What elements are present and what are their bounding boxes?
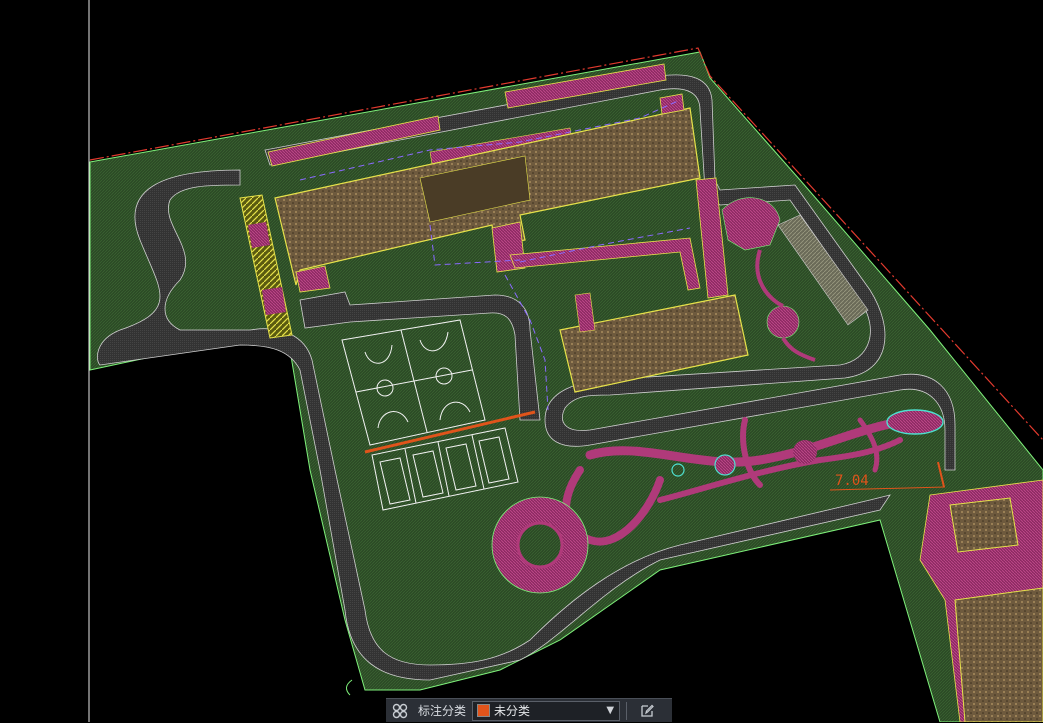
cad-drawing-canvas[interactable]: 7.04 xyxy=(0,0,1043,722)
category-selected-value: 未分类 xyxy=(494,704,531,718)
garden-node-1 xyxy=(793,440,817,464)
building-southeast-2 xyxy=(954,587,1043,722)
annotation-category-label: 标注分类 xyxy=(418,704,467,718)
annotation-toolbar: 标注分类 未分类 ▼ xyxy=(386,698,672,722)
circular-plaza-center xyxy=(516,521,564,569)
edit-icon[interactable] xyxy=(633,699,661,723)
garden-pond-2 xyxy=(886,409,944,435)
building-southeast-1 xyxy=(949,497,1019,553)
site-edge-south xyxy=(346,679,353,696)
site-plan-drawing[interactable]: 7.04 xyxy=(0,0,1043,722)
parking-marker-2 xyxy=(262,287,286,315)
garden-pond-1 xyxy=(714,454,736,476)
annotation-category-select[interactable]: 未分类 ▼ xyxy=(472,700,621,721)
grid-icon[interactable] xyxy=(386,699,414,723)
dimension-label: 7.04 xyxy=(835,473,869,489)
circular-plaza xyxy=(766,305,800,339)
chevron-down-icon: ▼ xyxy=(606,705,615,716)
toolbar-divider xyxy=(626,701,628,720)
category-color-swatch xyxy=(477,704,491,717)
